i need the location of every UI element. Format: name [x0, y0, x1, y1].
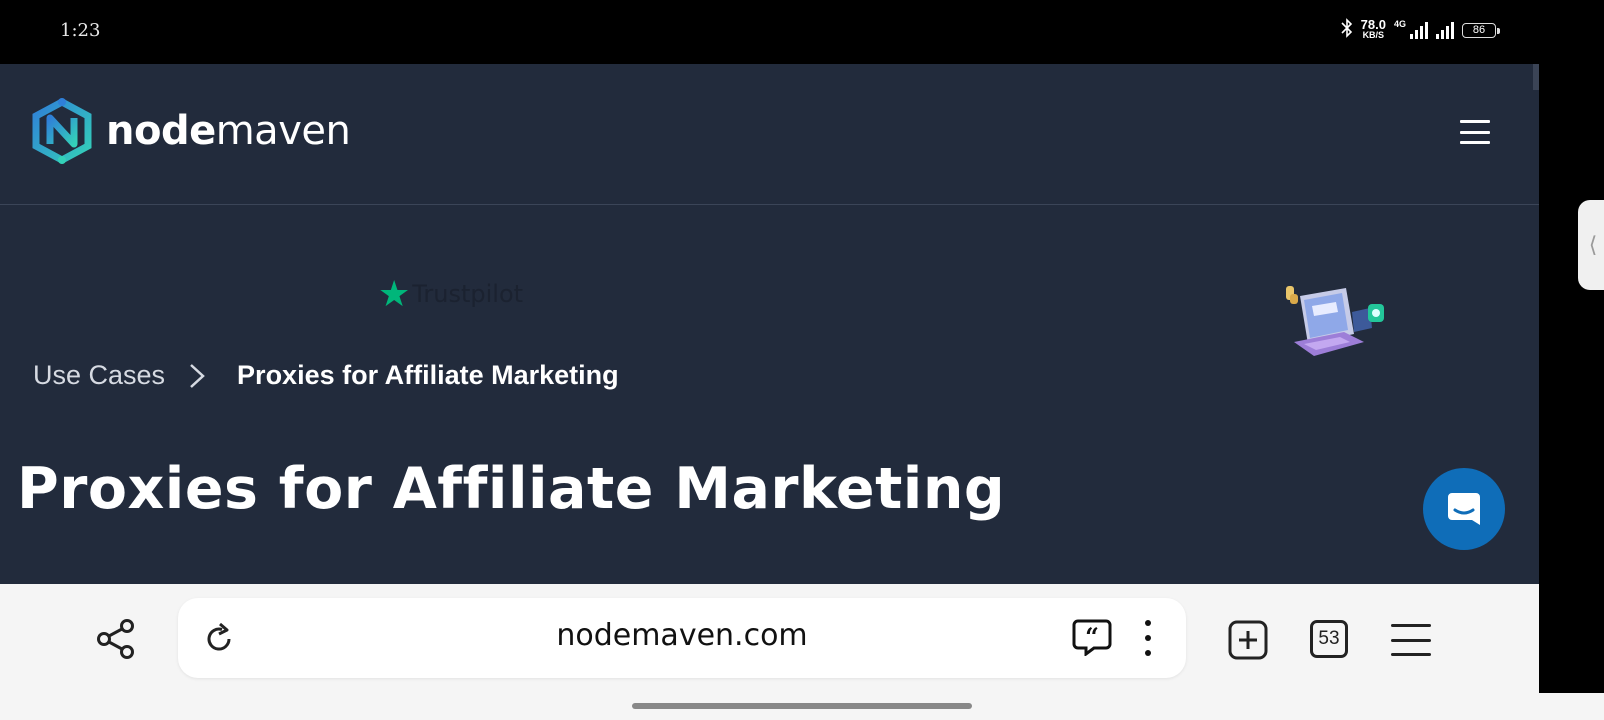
tab-count: 53: [1318, 628, 1340, 649]
signal-icon: [1410, 21, 1428, 39]
signal-icon-2: [1436, 21, 1454, 39]
network-type: 4G: [1393, 19, 1406, 29]
network-speed-value: 78.0: [1360, 17, 1386, 32]
trustpilot-badge[interactable]: ★ Trustpilot: [378, 276, 523, 312]
browser-toolbar: nodemaven.com “ 53: [0, 584, 1539, 693]
status-time: 1:23: [60, 20, 101, 41]
address-bar[interactable]: nodemaven.com “: [178, 598, 1186, 678]
page-title: Proxies for Affiliate Marketing: [17, 456, 1006, 522]
edge-panel-handle[interactable]: ⟨: [1578, 200, 1604, 290]
more-vertical-icon[interactable]: [1138, 620, 1158, 656]
quote-icon[interactable]: “: [1072, 618, 1112, 656]
chat-button[interactable]: [1423, 468, 1505, 550]
nodemaven-logo-icon: [32, 98, 92, 164]
url-text: nodemaven.com: [556, 618, 808, 653]
tabs-button[interactable]: 53: [1310, 620, 1348, 658]
status-bar: 1:23 78.0 KB/S 4G 86: [0, 0, 1604, 64]
logo-wordmark: nodemaven: [106, 108, 351, 154]
breadcrumb: Use Cases Proxies for Affiliate Marketin…: [33, 360, 619, 391]
chevron-left-icon: ⟨: [1588, 232, 1598, 257]
svg-text:“: “: [1085, 622, 1099, 651]
reload-icon[interactable]: [202, 622, 236, 656]
logo-word-light: maven: [215, 108, 351, 154]
system-nav-area: [0, 693, 1604, 720]
web-page: nodemaven ★ Trustpilot Use Cases Proxies…: [0, 64, 1539, 584]
trustpilot-star-icon: ★: [378, 273, 411, 314]
network-speed: 78.0 KB/S: [1360, 17, 1386, 41]
bluetooth-icon: [1341, 18, 1353, 42]
chevron-right-icon: [190, 363, 205, 388]
home-indicator[interactable]: [632, 703, 972, 709]
menu-icon[interactable]: [1391, 624, 1431, 656]
hamburger-icon[interactable]: [1460, 120, 1490, 144]
plus-square-icon[interactable]: [1228, 620, 1268, 660]
site-logo[interactable]: nodemaven: [32, 98, 351, 164]
breadcrumb-current: Proxies for Affiliate Marketing: [237, 360, 619, 390]
share-icon[interactable]: [96, 618, 136, 660]
chat-bubble-icon: [1448, 493, 1480, 525]
network-speed-unit: KB/S: [1362, 30, 1385, 40]
hero-illustration: [1286, 286, 1384, 356]
status-icons: 78.0 KB/S 4G 86: [1341, 17, 1500, 42]
logo-word-bold: node: [106, 108, 216, 154]
breadcrumb-use-cases[interactable]: Use Cases: [33, 360, 165, 391]
trustpilot-label: Trustpilot: [412, 280, 524, 308]
battery-icon: 86: [1462, 22, 1500, 38]
site-header: nodemaven: [0, 64, 1539, 205]
battery-level: 86: [1472, 24, 1486, 36]
